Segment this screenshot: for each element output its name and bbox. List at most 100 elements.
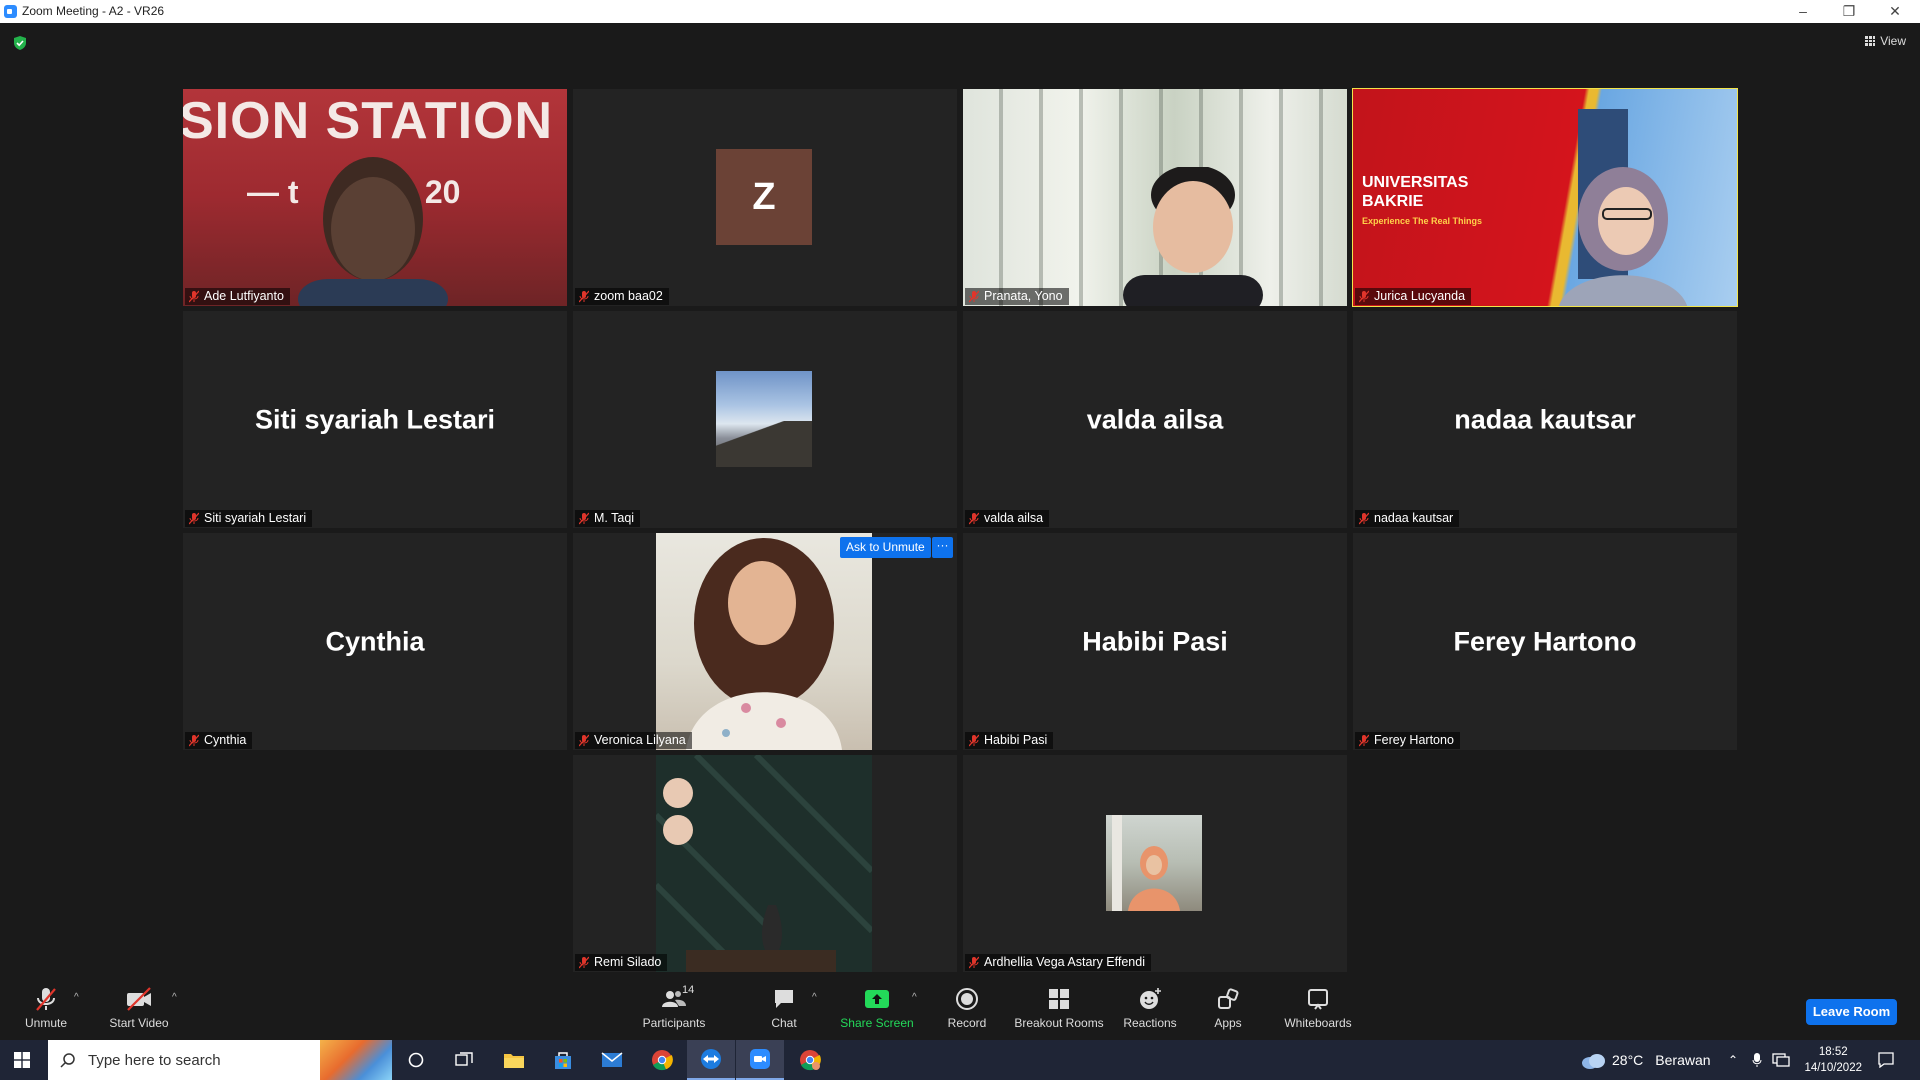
breakout-rooms-label: Breakout Rooms xyxy=(1014,1016,1104,1030)
muted-mic-icon xyxy=(1359,512,1369,525)
audio-options-caret-icon[interactable]: ^ xyxy=(74,992,79,1003)
view-label: View xyxy=(1880,34,1906,48)
participants-button[interactable]: 14 Participants xyxy=(636,984,712,1030)
more-options-button[interactable]: ··· xyxy=(932,537,953,558)
start-video-button[interactable]: Start Video xyxy=(104,986,174,1030)
muted-mic-icon xyxy=(579,512,589,525)
name-tag: Ade Lutfiyanto xyxy=(185,288,290,305)
whiteboards-button[interactable]: Whiteboards xyxy=(1282,986,1354,1030)
weather-widget[interactable]: 28°C Berawan xyxy=(1580,1040,1711,1080)
avatar: Z xyxy=(716,149,812,245)
whiteboards-label: Whiteboards xyxy=(1284,1016,1352,1030)
video-tile-m-taqi[interactable]: M. Taqi xyxy=(573,311,957,528)
file-explorer-icon[interactable] xyxy=(490,1040,538,1080)
view-button[interactable]: View xyxy=(1865,34,1906,48)
minimize-button[interactable]: – xyxy=(1780,0,1826,23)
clock-date: 14/10/2022 xyxy=(1804,1062,1862,1074)
participants-label: Participants xyxy=(642,1016,706,1030)
muted-mic-icon xyxy=(969,290,979,303)
name-tag: Habibi Pasi xyxy=(965,732,1054,749)
video-options-caret-icon[interactable]: ^ xyxy=(172,992,177,1003)
zoom-app-icon xyxy=(4,5,17,18)
teamviewer-icon[interactable] xyxy=(687,1040,735,1080)
video-tile-ferey-hartono[interactable]: Ferey Hartono Ferey Hartono xyxy=(1353,533,1737,750)
participant-name: Ade Lutfiyanto xyxy=(204,289,284,303)
person-video xyxy=(1123,167,1263,306)
chat-label: Chat xyxy=(771,1016,797,1030)
name-tag: Ardhellia Vega Astary Effendi xyxy=(965,954,1151,971)
windows-start-icon[interactable] xyxy=(14,1052,30,1068)
muted-mic-icon xyxy=(579,734,589,747)
video-tile-veronica-lilyana[interactable]: Veronica Lilyana xyxy=(573,533,957,750)
person-video xyxy=(1559,167,1687,306)
cortana-icon[interactable] xyxy=(392,1040,440,1080)
task-view-icon[interactable] xyxy=(440,1040,488,1080)
breakout-rooms-button[interactable]: Breakout Rooms xyxy=(1012,986,1106,1030)
ask-to-unmute-button[interactable]: Ask to Unmute xyxy=(840,537,931,558)
record-button[interactable]: Record xyxy=(942,986,992,1030)
video-tile-ardhellia-vega-astary-effendi[interactable]: Ardhellia Vega Astary Effendi xyxy=(963,755,1347,972)
video-tile-nadaa-kautsar[interactable]: nadaa kautsar nadaa kautsar xyxy=(1353,311,1737,528)
decor-video xyxy=(656,755,872,972)
participant-name: Ardhellia Vega Astary Effendi xyxy=(984,955,1145,969)
video-tile-ade-lutfiyanto[interactable]: SION STATION — t since 20 Ade Lutfiyanto xyxy=(183,89,567,306)
participant-name: Siti syariah Lestari xyxy=(204,511,307,525)
chrome-icon[interactable] xyxy=(638,1040,686,1080)
restore-button[interactable]: ❐ xyxy=(1826,0,1872,23)
banner-title: UNIVERSITAS BAKRIE xyxy=(1362,174,1469,210)
name-tag: Siti syariah Lestari xyxy=(185,510,313,527)
reactions-icon xyxy=(1140,988,1161,1009)
apps-button[interactable]: Apps xyxy=(1208,986,1248,1030)
close-button[interactable]: ✕ xyxy=(1872,0,1918,23)
video-tile-cynthia[interactable]: Cynthia Cynthia xyxy=(183,533,567,750)
chrome-profile-icon[interactable] xyxy=(786,1040,834,1080)
microphone-tray-icon[interactable] xyxy=(1752,1040,1762,1080)
weather-desc: Berawan xyxy=(1655,1052,1711,1068)
share-screen-button[interactable]: Share Screen xyxy=(837,986,917,1030)
taskbar-search-box[interactable]: Type here to search xyxy=(48,1040,392,1080)
participant-name: Veronica Lilyana xyxy=(594,733,686,747)
person-video xyxy=(686,538,842,750)
microsoft-store-icon[interactable] xyxy=(539,1040,587,1080)
record-icon xyxy=(956,988,978,1010)
display-name: valda ailsa xyxy=(1086,404,1224,434)
unmute-label: Unmute xyxy=(24,1016,68,1030)
notifications-icon[interactable] xyxy=(1878,1040,1894,1080)
video-tile-jurica-lucyanda[interactable]: UNIVERSITAS BAKRIE Experience The Real T… xyxy=(1352,88,1738,307)
encryption-shield-icon[interactable] xyxy=(13,36,27,50)
show-hidden-icons-caret-icon[interactable]: ⌃ xyxy=(1728,1040,1738,1080)
apps-icon xyxy=(1218,988,1239,1009)
name-tag: Ferey Hartono xyxy=(1355,732,1460,749)
participant-name: M. Taqi xyxy=(594,511,635,525)
chat-options-caret-icon[interactable]: ^ xyxy=(812,992,817,1003)
video-tile-siti-syariah-lestari[interactable]: Siti syariah Lestari Siti syariah Lestar… xyxy=(183,311,567,528)
unmute-button[interactable]: Unmute xyxy=(16,986,76,1030)
name-tag: Veronica Lilyana xyxy=(575,732,692,749)
whiteboard-icon xyxy=(1308,989,1328,1010)
video-tile-habibi-pasi[interactable]: Habibi Pasi Habibi Pasi xyxy=(963,533,1347,750)
muted-mic-icon xyxy=(36,988,56,1011)
mail-icon[interactable] xyxy=(588,1040,636,1080)
share-screen-label: Share Screen xyxy=(840,1016,914,1030)
network-tray-icon[interactable] xyxy=(1772,1040,1790,1080)
video-tile-valda-ailsa[interactable]: valda ailsa valda ailsa xyxy=(963,311,1347,528)
muted-mic-icon xyxy=(579,290,589,303)
name-tag: nadaa kautsar xyxy=(1355,510,1460,527)
video-off-icon xyxy=(127,987,151,1011)
reactions-button[interactable]: Reactions xyxy=(1118,986,1182,1030)
taskbar-clock[interactable]: 18:52 14/10/2022 xyxy=(1804,1044,1862,1076)
leave-room-button[interactable]: Leave Room xyxy=(1806,999,1897,1025)
chat-button[interactable]: Chat xyxy=(764,986,804,1030)
muted-mic-icon xyxy=(969,512,979,525)
zoom-taskbar-icon[interactable] xyxy=(736,1040,784,1080)
video-tile-remi-silado[interactable]: Remi Silado xyxy=(573,755,957,972)
reactions-label: Reactions xyxy=(1123,1016,1177,1030)
video-tile-pranata-yono[interactable]: Pranata, Yono xyxy=(963,89,1347,306)
participant-name: nadaa kautsar xyxy=(1374,511,1454,525)
share-options-caret-icon[interactable]: ^ xyxy=(912,992,917,1003)
name-tag: zoom baa02 xyxy=(575,288,669,305)
search-highlight-art xyxy=(320,1040,392,1080)
profile-photo xyxy=(1106,815,1202,911)
participant-name: Ferey Hartono xyxy=(1374,733,1454,747)
video-tile-zoom-baa02[interactable]: Z zoom baa02 xyxy=(573,89,957,306)
